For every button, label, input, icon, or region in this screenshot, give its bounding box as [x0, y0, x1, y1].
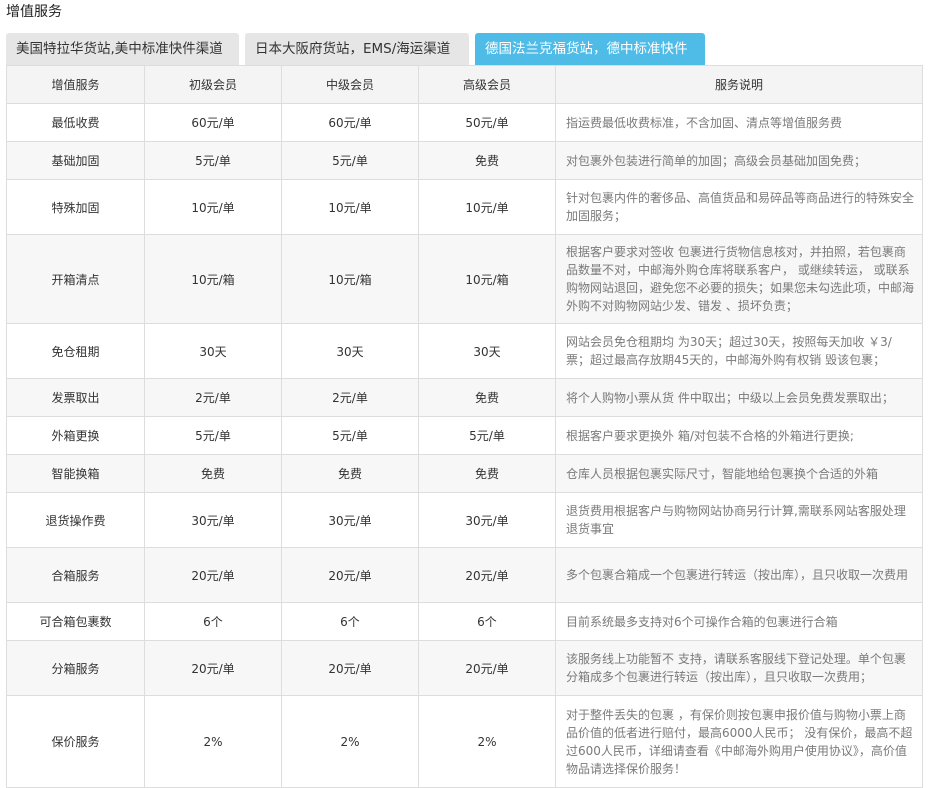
mid-member-price-cell: 5元/单 — [281, 416, 419, 455]
senior-member-price-cell: 免费 — [418, 141, 556, 180]
service-name-cell: 智能换箱 — [6, 454, 145, 493]
table-row: 基础加固 5元/单 5元/单 免费 对包裹外包装进行简单的加固；高级会员基础加固免费； — [6, 141, 923, 180]
value-added-services-table: 增值服务 初级会员 中级会员 高级会员 服务说明 最低收费 60元/单 60元/单 5… — [6, 65, 923, 788]
senior-member-price-cell: 免费 — [418, 454, 556, 493]
station-tabs: 美国特拉华货站,美中标准快件渠道 日本大阪府货站，EMS/海运渠道 德国法兰克福… — [6, 33, 705, 65]
mid-member-price-cell: 10元/箱 — [281, 234, 419, 324]
basic-member-price-cell: 5元/单 — [144, 416, 282, 455]
service-description-cell: 将个人购物小票从货 件中取出；中级以上会员免费发票取出； — [555, 378, 923, 417]
basic-member-price-cell: 6个 — [144, 602, 282, 641]
senior-member-price-cell: 20元/单 — [418, 547, 556, 603]
service-name-cell: 发票取出 — [6, 378, 145, 417]
table-row: 发票取出 2元/单 2元/单 免费 将个人购物小票从货 件中取出；中级以上会员免费发票取… — [6, 378, 923, 417]
mid-member-price-cell: 20元/单 — [281, 547, 419, 603]
service-name-cell: 特殊加固 — [6, 179, 145, 235]
table-row: 合箱服务 20元/单 20元/单 20元/单 多个包裹合箱成一个包裹进行转运（按出库），… — [6, 547, 923, 603]
senior-member-price-cell: 10元/单 — [418, 179, 556, 235]
table-row: 智能换箱 免费 免费 免费 仓库人员根据包裹实际尺寸，智能地给包裹换个合适的外箱 — [6, 454, 923, 493]
mid-member-price-cell: 6个 — [281, 602, 419, 641]
service-description-cell: 目前系统最多支持对6个可操作合箱的包裹进行合箱 — [555, 602, 923, 641]
table-row: 分箱服务 20元/单 20元/单 20元/单 该服务线上功能暂不 支持，请联系客服线下登… — [6, 640, 923, 696]
senior-member-price-cell: 2% — [418, 695, 556, 788]
service-description-cell: 根据客户要求对签收 包裹进行货物信息核对，并拍照，若包裹商品数量不对，中邮海外购… — [555, 234, 923, 324]
table-row: 外箱更换 5元/单 5元/单 5元/单 根据客户要求更换外 箱/对包装不合格的外箱进行更… — [6, 416, 923, 455]
mid-member-price-cell: 20元/单 — [281, 640, 419, 696]
table-row: 退货操作费 30元/单 30元/单 30元/单 退货费用根据客户与购物网站协商另行计算,… — [6, 492, 923, 548]
service-description-cell: 针对包裹内件的奢侈品、高值货品和易碎品等商品进行的特殊安全加固服务； — [555, 179, 923, 235]
table-header-row: 增值服务 初级会员 中级会员 高级会员 服务说明 — [6, 65, 923, 104]
mid-member-price-cell: 2元/单 — [281, 378, 419, 417]
basic-member-price-cell: 20元/单 — [144, 547, 282, 603]
mid-member-price-cell: 30天 — [281, 323, 419, 379]
senior-member-price-cell: 免费 — [418, 378, 556, 417]
basic-member-price-cell: 30天 — [144, 323, 282, 379]
service-description-cell: 该服务线上功能暂不 支持，请联系客服线下登记处理。单个包裹分箱成多个包裹进行转运… — [555, 640, 923, 696]
senior-member-price-cell: 20元/单 — [418, 640, 556, 696]
service-name-cell: 退货操作费 — [6, 492, 145, 548]
tab-germany-frankfurt[interactable]: 德国法兰克福货站，德中标准快件 — [475, 33, 705, 65]
service-name-cell: 分箱服务 — [6, 640, 145, 696]
service-description-cell: 指运费最低收费标准，不含加固、清点等增值服务费 — [555, 103, 923, 142]
table-row: 免仓租期 30天 30天 30天 网站会员免仓租期均 为30天；超过30天，按照每天加收… — [6, 323, 923, 379]
basic-member-price-cell: 30元/单 — [144, 492, 282, 548]
mid-member-price-cell: 30元/单 — [281, 492, 419, 548]
mid-member-price-cell: 2% — [281, 695, 419, 788]
senior-member-price-cell: 6个 — [418, 602, 556, 641]
header-description: 服务说明 — [555, 65, 923, 104]
service-description-cell: 根据客户要求更换外 箱/对包装不合格的外箱进行更换; — [555, 416, 923, 455]
service-description-cell: 仓库人员根据包裹实际尺寸，智能地给包裹换个合适的外箱 — [555, 454, 923, 493]
service-description-cell: 对包裹外包装进行简单的加固；高级会员基础加固免费； — [555, 141, 923, 180]
header-senior-member: 高级会员 — [418, 65, 556, 104]
service-name-cell: 保价服务 — [6, 695, 145, 788]
table-row: 保价服务 2% 2% 2% 对于整件丢失的包裹 ，有保价则按包裹申报价值与购物小票上商品… — [6, 695, 923, 788]
service-description-cell: 对于整件丢失的包裹 ，有保价则按包裹申报价值与购物小票上商品价值的低者进行赔付，… — [555, 695, 923, 788]
service-description-cell: 网站会员免仓租期均 为30天；超过30天，按照每天加收 ￥3/票；超过最高存放期… — [555, 323, 923, 379]
service-name-cell: 最低收费 — [6, 103, 145, 142]
senior-member-price-cell: 5元/单 — [418, 416, 556, 455]
basic-member-price-cell: 2元/单 — [144, 378, 282, 417]
tab-japan-osaka[interactable]: 日本大阪府货站，EMS/海运渠道 — [245, 33, 469, 65]
table-row: 可合箱包裹数 6个 6个 6个 目前系统最多支持对6个可操作合箱的包裹进行合箱 — [6, 602, 923, 641]
service-description-cell: 退货费用根据客户与购物网站协商另行计算,需联系网站客服处理退货事宜 — [555, 492, 923, 548]
senior-member-price-cell: 10元/箱 — [418, 234, 556, 324]
section-title: 增值服务 — [6, 4, 62, 20]
header-mid-member: 中级会员 — [281, 65, 419, 104]
senior-member-price-cell: 30元/单 — [418, 492, 556, 548]
service-name-cell: 免仓租期 — [6, 323, 145, 379]
service-description-cell: 多个包裹合箱成一个包裹进行转运（按出库），且只收取一次费用 — [555, 547, 923, 603]
mid-member-price-cell: 60元/单 — [281, 103, 419, 142]
basic-member-price-cell: 2% — [144, 695, 282, 788]
service-name-cell: 基础加固 — [6, 141, 145, 180]
mid-member-price-cell: 10元/单 — [281, 179, 419, 235]
basic-member-price-cell: 60元/单 — [144, 103, 282, 142]
service-name-cell: 开箱清点 — [6, 234, 145, 324]
basic-member-price-cell: 10元/箱 — [144, 234, 282, 324]
header-service: 增值服务 — [6, 65, 145, 104]
basic-member-price-cell: 10元/单 — [144, 179, 282, 235]
tab-usa-delaware[interactable]: 美国特拉华货站,美中标准快件渠道 — [6, 33, 239, 65]
basic-member-price-cell: 免费 — [144, 454, 282, 493]
basic-member-price-cell: 20元/单 — [144, 640, 282, 696]
senior-member-price-cell: 50元/单 — [418, 103, 556, 142]
table-row: 最低收费 60元/单 60元/单 50元/单 指运费最低收费标准，不含加固、清点等增值服… — [6, 103, 923, 142]
mid-member-price-cell: 5元/单 — [281, 141, 419, 180]
basic-member-price-cell: 5元/单 — [144, 141, 282, 180]
table-row: 开箱清点 10元/箱 10元/箱 10元/箱 根据客户要求对签收 包裹进行货物信息核对，… — [6, 234, 923, 324]
mid-member-price-cell: 免费 — [281, 454, 419, 493]
table-row: 特殊加固 10元/单 10元/单 10元/单 针对包裹内件的奢侈品、高值货品和易碎品等商… — [6, 179, 923, 235]
service-name-cell: 可合箱包裹数 — [6, 602, 145, 641]
service-name-cell: 合箱服务 — [6, 547, 145, 603]
senior-member-price-cell: 30天 — [418, 323, 556, 379]
service-name-cell: 外箱更换 — [6, 416, 145, 455]
header-basic-member: 初级会员 — [144, 65, 282, 104]
